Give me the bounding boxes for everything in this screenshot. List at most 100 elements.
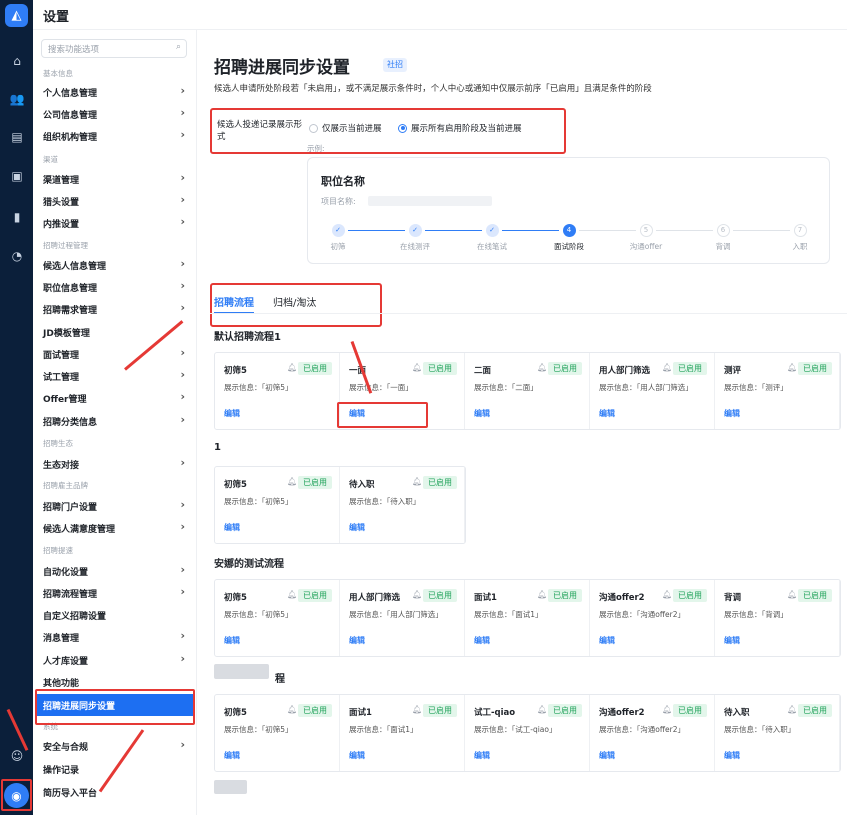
flow-title: 默认招聘流程1 — [214, 332, 281, 343]
sidebar-item-automation[interactable]: 自动化设置 › — [33, 560, 197, 582]
chevron-right-icon: › — [180, 456, 185, 469]
bell-icon[interactable]: 🔔︎ — [412, 363, 422, 372]
stage-card: 初筛5 🔔︎ 已启用 展示信息：「初筛5」 编辑 — [215, 695, 340, 771]
edit-link[interactable]: 编辑 — [724, 750, 740, 761]
status-badge: 已启用 — [298, 704, 332, 717]
home-icon[interactable]: ⌂ — [9, 53, 25, 69]
step-number: 6 — [716, 224, 730, 237]
edit-link[interactable]: 编辑 — [599, 408, 615, 419]
bell-icon[interactable]: 🔔︎ — [287, 590, 297, 599]
bell-icon[interactable]: 🔔︎ — [662, 705, 672, 714]
sidebar-item-trial[interactable]: 试工管理 › — [33, 365, 197, 387]
sidebar-item-org[interactable]: 组织机构管理 › — [33, 125, 197, 147]
book-icon[interactable]: ▮ — [9, 209, 25, 225]
bell-icon[interactable]: 🔔︎ — [412, 590, 422, 599]
status-badge: 已启用 — [423, 704, 457, 717]
sidebar-item-talent[interactable]: 人才库设置 › — [33, 649, 197, 671]
stage-card: 测评 🔔︎ 已启用 展示信息：「测评」 编辑 — [715, 353, 840, 429]
bell-icon[interactable]: 🔔︎ — [412, 705, 422, 714]
sidebar-item-portal[interactable]: 招聘门户设置 › — [33, 495, 197, 517]
sidebar-item-ecosystem[interactable]: 生态对接 › — [33, 453, 197, 475]
edit-link[interactable]: 编辑 — [349, 750, 365, 761]
sidebar-item-channel[interactable]: 渠道管理 › — [33, 168, 197, 190]
progress-step: 7 入职 — [770, 224, 830, 252]
radio-current-only[interactable]: 仅展示当前进展 — [309, 122, 382, 134]
bell-icon[interactable]: 🔔︎ — [537, 363, 547, 372]
briefcase-icon[interactable]: ▤ — [9, 129, 25, 145]
chevron-right-icon: › — [180, 390, 185, 403]
sidebar-item-candidate[interactable]: 候选人信息管理 › — [33, 254, 197, 276]
edit-link[interactable]: 编辑 — [474, 408, 490, 419]
chart-icon[interactable]: ◔ — [9, 248, 25, 264]
flow-tabs: 招聘流程 归档/淘汰 — [210, 283, 382, 327]
stage-display-info: 展示信息：「待入职」 — [349, 497, 421, 506]
sidebar-item-message[interactable]: 消息管理 › — [33, 626, 197, 648]
edit-link[interactable]: 编辑 — [599, 635, 615, 646]
edit-link[interactable]: 编辑 — [599, 750, 615, 761]
bell-icon[interactable]: 🔔︎ — [287, 477, 297, 486]
stage-name: 初筛5 — [224, 480, 247, 490]
chevron-right-icon: › — [180, 738, 185, 751]
bell-icon[interactable]: 🔔︎ — [537, 705, 547, 714]
edit-link[interactable]: 编辑 — [349, 522, 365, 533]
bell-icon[interactable]: 🔔︎ — [662, 590, 672, 599]
radio-all-stages[interactable]: 展示所有启用阶段及当前进展 — [398, 122, 522, 134]
lock-icon[interactable]: ▣ — [9, 168, 25, 184]
sidebar-item-flow[interactable]: 招聘流程管理 › — [33, 582, 197, 604]
stage-display-info: 展示信息：「沟通offer2」 — [599, 610, 685, 619]
sidebar-item-referral[interactable]: 内推设置 › — [33, 212, 197, 234]
sidebar-item-offer[interactable]: Offer管理 › — [33, 387, 197, 409]
bell-icon[interactable]: 🔔︎ — [287, 705, 297, 714]
sidebar-item-custom[interactable]: 自定义招聘设置 — [33, 604, 197, 626]
nav-group-channel: 渠道 — [43, 155, 58, 164]
edit-link[interactable]: 编辑 — [349, 635, 365, 646]
progress-step: 6 背调 — [693, 224, 753, 252]
sidebar-item-satisfaction[interactable]: 候选人满意度管理 › — [33, 517, 197, 539]
flow-title: 1 — [214, 442, 221, 453]
stage-name: 用人部门筛选 — [599, 366, 651, 376]
edit-link[interactable]: 编辑 — [724, 408, 740, 419]
sidebar-item-company[interactable]: 公司信息管理 › — [33, 103, 197, 125]
bell-icon[interactable]: 🔔︎ — [537, 590, 547, 599]
bell-icon[interactable]: 🔔︎ — [287, 363, 297, 372]
edit-link[interactable]: 编辑 — [224, 750, 240, 761]
tab-recruit-flow[interactable]: 招聘流程 — [214, 294, 254, 309]
sidebar-item-demand[interactable]: 招聘需求管理 › — [33, 298, 197, 320]
edit-link[interactable]: 编辑 — [474, 750, 490, 761]
edit-link[interactable]: 编辑 — [224, 408, 240, 419]
edit-link[interactable]: 编辑 — [224, 522, 240, 533]
step-number: 5 — [639, 224, 653, 237]
stage-card: 背调 🔔︎ 已启用 展示信息：「背调」 编辑 — [715, 580, 840, 656]
redacted-block — [214, 664, 269, 679]
annotation-box-edit — [337, 402, 428, 428]
display-mode-setting: 候选人投递记录展示形式 仅展示当前进展 展示所有启用阶段及当前进展 — [210, 108, 566, 154]
progress-step: ✓ 在线笔试 — [462, 224, 522, 252]
step-label: 沟通offer — [629, 242, 663, 251]
sidebar-item-category[interactable]: 招聘分类信息 › — [33, 410, 197, 432]
feedback-icon[interactable]: ☺ — [9, 748, 25, 764]
sidebar-item-personal[interactable]: 个人信息管理 › — [33, 81, 197, 103]
sidebar-item-jd[interactable]: JD模板管理 — [33, 321, 197, 343]
bell-icon[interactable]: 🔔︎ — [787, 590, 797, 599]
sidebar-item-security[interactable]: 安全与合规 › — [33, 735, 197, 757]
bell-icon[interactable]: 🔔︎ — [787, 705, 797, 714]
users-icon[interactable]: 👥 — [9, 91, 25, 107]
step-number: 7 — [793, 224, 807, 237]
bell-icon[interactable]: 🔔︎ — [662, 363, 672, 372]
sidebar-item-interview[interactable]: 面试管理 › — [33, 343, 197, 365]
step-label: 初筛 — [330, 242, 346, 251]
bell-icon[interactable]: 🔔︎ — [412, 477, 422, 486]
sidebar-item-position[interactable]: 职位信息管理 › — [33, 276, 197, 298]
sidebar-item-headhunter[interactable]: 猎头设置 › — [33, 190, 197, 212]
app-logo-icon[interactable]: ◭ — [5, 4, 28, 27]
edit-link[interactable]: 编辑 — [724, 635, 740, 646]
bell-icon[interactable]: 🔔︎ — [787, 363, 797, 372]
status-badge: 已启用 — [298, 589, 332, 602]
tab-archive[interactable]: 归档/淘汰 — [273, 294, 316, 309]
chevron-right-icon: › — [180, 171, 185, 184]
sidebar-item-resume[interactable]: 简历导入平台 — [33, 781, 197, 803]
edit-link[interactable]: 编辑 — [474, 635, 490, 646]
step-label: 在线测评 — [400, 242, 430, 251]
edit-link[interactable]: 编辑 — [224, 635, 240, 646]
search-input[interactable]: 搜索功能选项 ⌕ — [41, 39, 187, 58]
